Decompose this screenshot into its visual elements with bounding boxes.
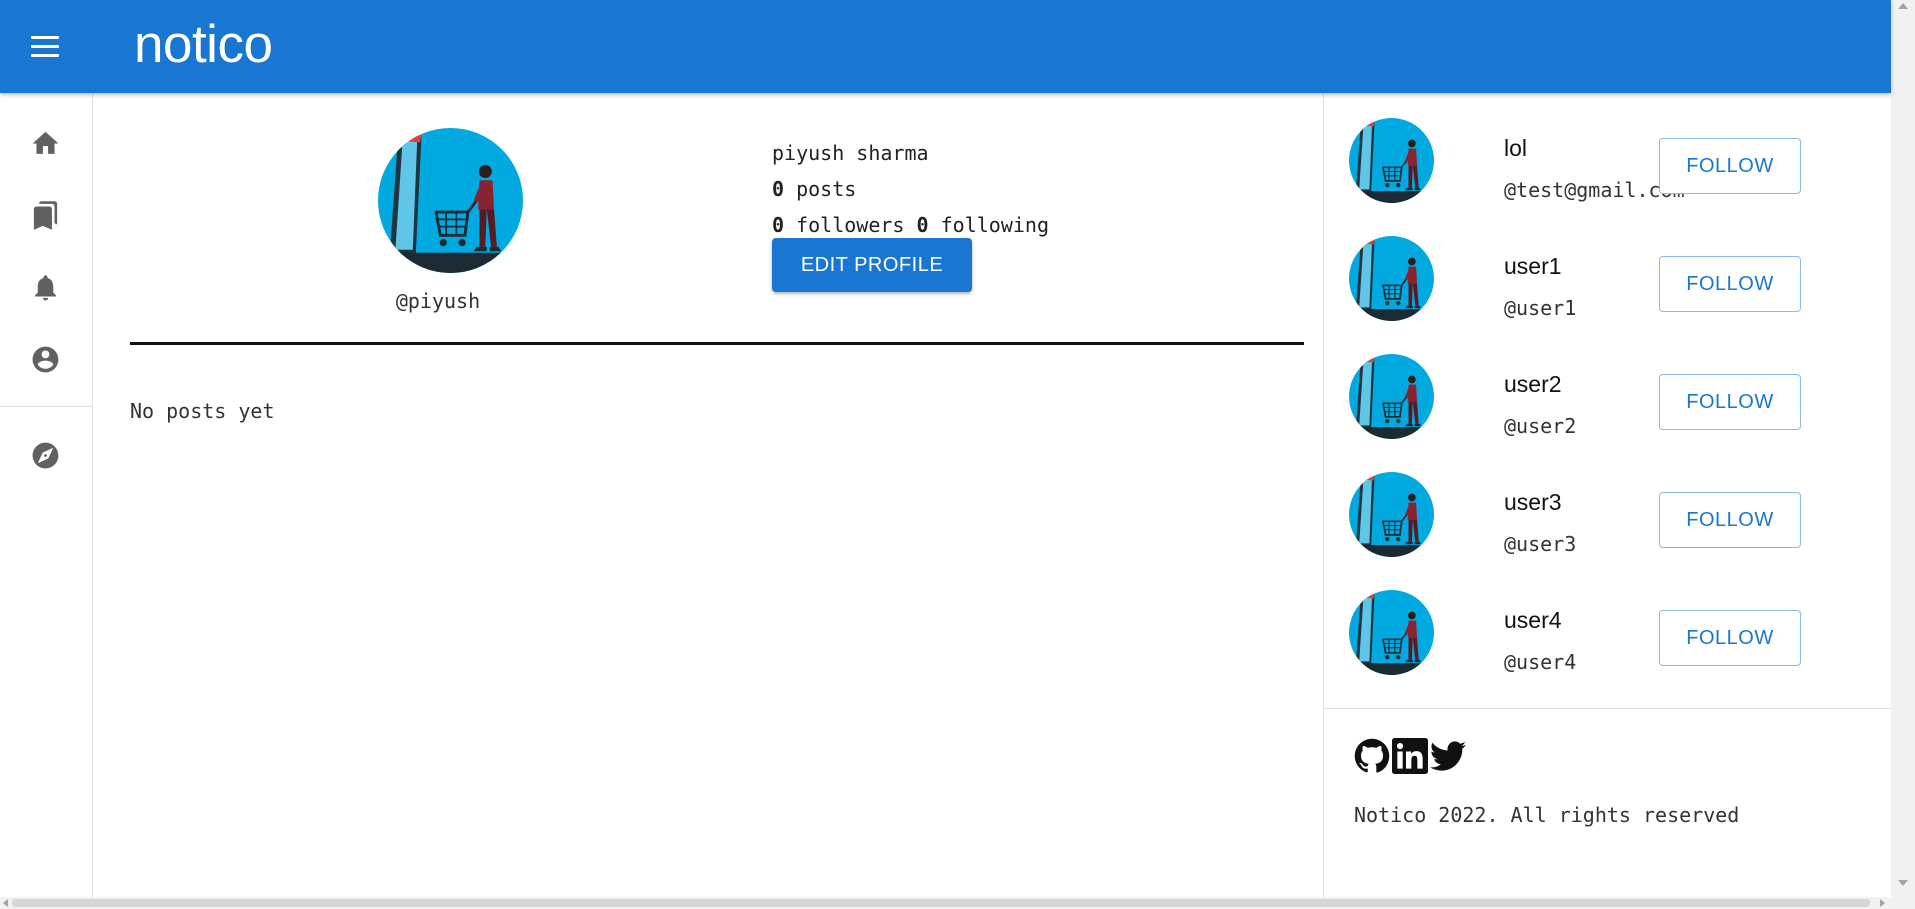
scroll-up-icon[interactable] xyxy=(1898,3,1908,9)
vertical-scrollbar[interactable] xyxy=(1891,0,1915,897)
follow-button[interactable]: FOLLOW xyxy=(1659,492,1801,548)
posts-count: 0 xyxy=(772,177,785,201)
follow-button[interactable]: FOLLOW xyxy=(1659,256,1801,312)
sidebar-item-bookmarks[interactable] xyxy=(21,191,69,239)
suggestion-handle: @user1 xyxy=(1504,296,1577,320)
profile-info: piyush sharma 0 posts 0 followers 0 foll… xyxy=(772,135,1049,243)
scroll-right-icon[interactable] xyxy=(1880,899,1885,907)
github-icon[interactable] xyxy=(1354,738,1390,774)
horizontal-scrollbar[interactable] xyxy=(0,897,1915,909)
suggestion-item: user2 @user2 FOLLOW xyxy=(1324,329,1892,447)
sidebar-item-notifications[interactable] xyxy=(21,263,69,311)
empty-posts-message: No posts yet xyxy=(130,399,275,423)
app-bar: notico xyxy=(0,0,1891,93)
avatar[interactable] xyxy=(1349,354,1434,439)
following-label[interactable]: following xyxy=(941,213,1049,237)
avatar[interactable] xyxy=(1349,590,1434,675)
bell-icon xyxy=(35,275,56,301)
suggestion-name[interactable]: user1 xyxy=(1504,253,1562,280)
suggestion-handle: @user2 xyxy=(1504,414,1577,438)
suggestion-name[interactable]: lol xyxy=(1504,135,1527,162)
sidebar-item-home[interactable] xyxy=(21,119,69,167)
scrollbar-thumb[interactable] xyxy=(12,899,1870,907)
edit-profile-button[interactable]: EDIT PROFILE xyxy=(772,238,972,292)
followers-count: 0 xyxy=(772,213,785,237)
profile-main: @piyush piyush sharma 0 posts 0 follower… xyxy=(94,93,1323,897)
suggestion-handle: @user3 xyxy=(1504,532,1577,556)
suggestion-item: lol @test@gmail.com FOLLOW xyxy=(1324,93,1892,211)
account-icon xyxy=(32,346,59,373)
suggestion-name[interactable]: user4 xyxy=(1504,607,1562,634)
suggestion-item: user1 @user1 FOLLOW xyxy=(1324,211,1892,329)
follow-button[interactable]: FOLLOW xyxy=(1659,138,1801,194)
compass-icon xyxy=(32,442,59,469)
posts-label: posts xyxy=(796,177,857,201)
profile-handle: @piyush xyxy=(395,289,481,313)
sidebar-item-explore[interactable] xyxy=(21,431,69,479)
panel-divider xyxy=(1324,708,1892,709)
sidebar-divider xyxy=(0,406,92,407)
profile-posts-stat: 0 posts xyxy=(772,171,1049,207)
bookmarks-icon xyxy=(33,201,58,230)
suggestion-name[interactable]: user3 xyxy=(1504,489,1562,516)
scroll-down-icon[interactable] xyxy=(1898,880,1908,886)
suggestions-panel: lol @test@gmail.com FOLLOW user1 @user1 … xyxy=(1323,93,1892,897)
sidebar-item-profile[interactable] xyxy=(21,335,69,383)
avatar[interactable] xyxy=(1349,472,1434,557)
home-icon xyxy=(32,131,59,154)
profile-name: piyush sharma xyxy=(772,141,929,165)
app-title[interactable]: notico xyxy=(134,14,273,75)
scroll-left-icon[interactable] xyxy=(3,899,8,907)
profile-divider xyxy=(130,342,1304,345)
follow-button[interactable]: FOLLOW xyxy=(1659,374,1801,430)
avatar[interactable] xyxy=(1349,118,1434,203)
following-count: 0 xyxy=(916,213,929,237)
follow-button[interactable]: FOLLOW xyxy=(1659,610,1801,666)
suggestion-item: user3 @user3 FOLLOW xyxy=(1324,447,1892,565)
sidebar xyxy=(0,93,93,897)
menu-icon[interactable] xyxy=(24,26,66,68)
linkedin-icon[interactable] xyxy=(1392,738,1428,774)
suggestion-item: user4 @user4 FOLLOW xyxy=(1324,565,1892,683)
avatar[interactable] xyxy=(1349,236,1434,321)
twitter-icon[interactable] xyxy=(1430,738,1466,774)
suggestion-handle: @user4 xyxy=(1504,650,1577,674)
profile-avatar[interactable] xyxy=(378,128,523,273)
copyright-text: Notico 2022. All rights reserved xyxy=(1354,803,1740,827)
suggestion-handle: @test@gmail.com xyxy=(1504,178,1685,202)
followers-label[interactable]: followers xyxy=(796,213,904,237)
suggestion-name[interactable]: user2 xyxy=(1504,371,1562,398)
